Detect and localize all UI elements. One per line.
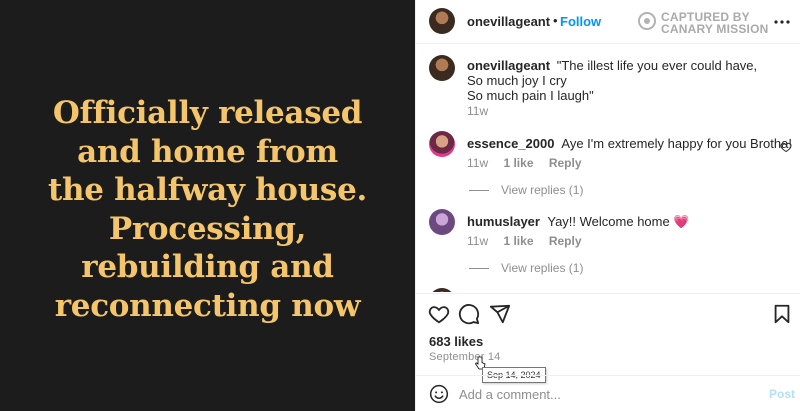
watermark: CAPTURED BY CANARY MISSION (638, 10, 769, 36)
author-username[interactable]: onevillageant (467, 14, 550, 29)
post-image-line: and home from (77, 133, 338, 170)
comment-meta: 11w 1 like Reply (467, 156, 594, 170)
view-replies-button[interactable]: View replies (1) (469, 261, 583, 275)
canary-logo-icon (638, 12, 656, 30)
post-image-line: Officially released (52, 95, 363, 131)
comment-body: Yay!! Welcome home 💗 (547, 214, 690, 229)
commenter-avatar[interactable] (429, 209, 455, 235)
caption-line: So much pain I laugh" (467, 88, 594, 103)
post-header: onevillageant • Follow CAPTURED BY CANAR… (416, 0, 800, 44)
caption-line: So much joy I cry (467, 73, 567, 88)
separator-dot: • (553, 13, 558, 28)
comment-time[interactable]: 11w (467, 156, 488, 170)
comment-item: essence_2000 Aye I'm extremely happy for… (416, 131, 800, 201)
comment-input[interactable] (459, 384, 749, 404)
author-avatar[interactable] (429, 8, 455, 34)
more-horizontal-icon[interactable] (772, 12, 792, 32)
comment-likes[interactable]: 1 like (503, 156, 533, 170)
commenter-username[interactable]: humuslayer (467, 214, 540, 229)
likes-count[interactable]: 683 likes (429, 334, 483, 349)
caption-line: "The illest life you ever could have, (556, 58, 758, 73)
commenter-avatar[interactable] (429, 288, 455, 292)
comment-likes[interactable]: 1 like (503, 234, 533, 248)
commenter-username[interactable]: essence_2000 (467, 136, 554, 151)
comment-bar: Post (416, 375, 800, 411)
post-details-panel: onevillageant • Follow CAPTURED BY CANAR… (415, 0, 800, 411)
comment-text: essence_2000 Aye I'm extremely happy for… (467, 136, 792, 151)
bookmark-icon[interactable] (771, 303, 793, 325)
post-date[interactable]: September 14 (429, 351, 501, 363)
caption-username[interactable]: onevillageant (467, 58, 550, 73)
post-comment-button[interactable]: Post (769, 387, 795, 401)
comment-text: humuslayer Yay!! Welcome home 💗 (467, 214, 690, 230)
post-image-line: Processing, (108, 210, 307, 247)
caption-time[interactable]: 11w (467, 104, 488, 118)
reply-button[interactable]: Reply (549, 156, 582, 170)
comments-list[interactable]: onevillageant "The illest life you ever … (416, 45, 800, 292)
comment-body: Aye I'm extremely happy for you Brotha! (561, 136, 792, 151)
comment-item: humuslayer Yay!! Welcome home 💗 11w 1 li… (416, 209, 800, 279)
post-image: Officially released and home from the ha… (0, 0, 415, 411)
view-replies-button[interactable]: View replies (1) (469, 183, 583, 197)
action-bar (416, 293, 800, 333)
reply-button[interactable]: Reply (549, 234, 582, 248)
post-image-text: Officially released and home from the ha… (8, 94, 408, 325)
share-icon[interactable] (489, 303, 511, 325)
heart-icon[interactable] (428, 303, 450, 325)
follow-button[interactable]: Follow (560, 14, 601, 29)
watermark-line: CANARY MISSION (661, 22, 769, 36)
emoji-icon[interactable] (429, 384, 449, 404)
commenter-avatar[interactable] (429, 131, 455, 157)
comment-meta: 11w 1 like Reply (467, 234, 594, 248)
comment-time[interactable]: 11w (467, 234, 488, 248)
caption-meta: 11w (467, 104, 500, 118)
caption-avatar[interactable] (429, 55, 455, 81)
comment-icon[interactable] (458, 303, 480, 325)
post-image-line: rebuilding and (81, 249, 334, 285)
caption: onevillageant "The illest life you ever … (467, 58, 787, 103)
post-image-line: the halfway house. (47, 172, 367, 208)
post-image-line: reconnecting now (54, 287, 361, 324)
comment-like-heart-icon[interactable] (780, 141, 792, 153)
